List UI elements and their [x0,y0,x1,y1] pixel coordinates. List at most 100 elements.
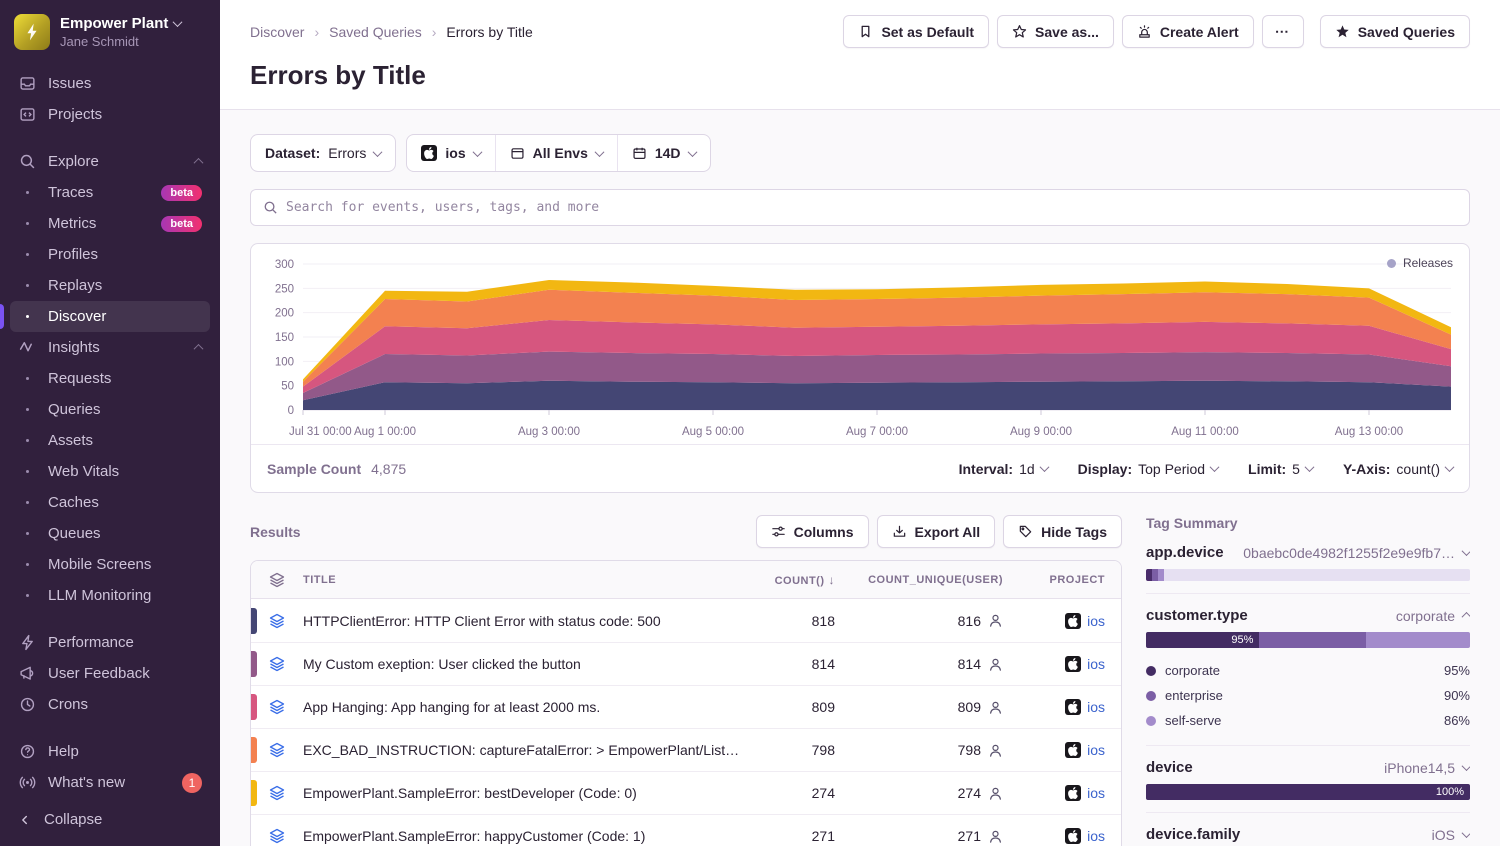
search-input[interactable] [286,200,1457,215]
chevron-up-icon [1462,612,1470,622]
export-all-button[interactable]: Export All [877,515,996,548]
tag-section-device: device iPhone14,5 100% [1146,746,1470,813]
column-header-count[interactable]: COUNT()↓ [757,573,849,587]
sidebar-item-user-feedback[interactable]: User Feedback [10,658,210,689]
sidebar-item-profiles[interactable]: Profiles [10,239,210,270]
sidebar-item-label: User Feedback [48,665,150,682]
svg-text:Aug 9 00:00: Aug 9 00:00 [1010,426,1072,438]
hide-tags-button[interactable]: Hide Tags [1003,515,1122,548]
project-link[interactable]: ios [1087,785,1105,801]
sidebar-item-caches[interactable]: Caches [10,487,210,518]
row-title-link[interactable]: App Hanging: App hanging for at least 20… [303,699,757,715]
row-title-link[interactable]: EmpowerPlant.SampleError: happyCustomer … [303,828,757,844]
sidebar-item-llm-monitoring[interactable]: LLM Monitoring [10,580,210,611]
column-header-project[interactable]: PROJECT [1017,574,1121,586]
sidebar-item-metrics[interactable]: Metrics beta [10,208,210,239]
project-link[interactable]: ios [1087,613,1105,629]
siren-icon [1137,24,1152,39]
window-icon [510,146,525,161]
org-switcher[interactable]: Empower Plant Jane Schmidt [0,0,220,60]
saved-queries-button[interactable]: Saved Queries [1320,15,1470,48]
sidebar-item-projects[interactable]: Projects [10,99,210,130]
sidebar-item-help[interactable]: Help [10,736,210,767]
tag-legend-row: enterprise90% [1146,683,1470,708]
save-as-button[interactable]: Save as... [997,15,1114,48]
org-logo [14,14,50,50]
row-title-link[interactable]: HTTPClientError: HTTP Client Error with … [303,613,757,629]
legend-label: Releases [1403,256,1453,270]
sidebar-item-label: Mobile Screens [48,556,151,573]
table-row: EmpowerPlant.SampleError: happyCustomer … [251,814,1121,846]
tag-section-header[interactable]: customer.type corporate [1146,607,1470,624]
date-range-filter[interactable]: 14D [617,135,710,171]
project-filter[interactable]: ios [407,135,494,171]
bullet-icon [18,432,36,450]
project-link[interactable]: ios [1087,742,1105,758]
sidebar-item-queues[interactable]: Queues [10,518,210,549]
set-as-default-button[interactable]: Set as Default [843,15,989,48]
tag-section-header[interactable]: device.family iOS [1146,826,1470,843]
breadcrumb-discover[interactable]: Discover [250,24,304,40]
limit-dropdown[interactable]: Limit:5 [1248,461,1313,477]
table-row: EXC_BAD_INSTRUCTION: captureFatalError: … [251,728,1121,771]
columns-button[interactable]: Columns [756,515,869,548]
sidebar-section-insights[interactable]: Insights [10,332,210,363]
row-count: 271 [757,828,849,844]
breadcrumb: Discover › Saved Queries › Errors by Tit… [250,24,533,40]
star-filled-icon [1335,24,1350,39]
sidebar-item-web-vitals[interactable]: Web Vitals [10,456,210,487]
series-color-chip [251,694,257,720]
row-title-link[interactable]: My Custom exeption: User clicked the but… [303,656,757,672]
sidebar-item-issues[interactable]: Issues [10,68,210,99]
sidebar-item-discover[interactable]: Discover [10,301,210,332]
interval-dropdown[interactable]: Interval:1d [959,461,1048,477]
display-dropdown[interactable]: Display:Top Period [1078,461,1218,477]
sidebar-item-assets[interactable]: Assets [10,425,210,456]
chart-panel: Releases 050100150200250300Jul 31 00:00A… [250,243,1470,493]
sidebar-item-crons[interactable]: Crons [10,689,210,720]
collapse-button[interactable]: Collapse [0,801,220,846]
row-unique: 798 [958,742,981,758]
row-count: 818 [757,613,849,629]
sidebar-item-label: Profiles [48,246,98,263]
lightning-icon [18,634,36,652]
section-label: Insights [48,339,100,356]
bullet-icon [18,494,36,512]
bullet-icon [18,587,36,605]
row-title-link[interactable]: EXC_BAD_INSTRUCTION: captureFatalError: … [303,742,757,758]
releases-legend[interactable]: Releases [1387,256,1453,270]
sidebar-item-queries[interactable]: Queries [10,394,210,425]
tag-section-header[interactable]: app.device 0baebc0de4982f1255f2e9e9fb7… [1146,544,1470,561]
sidebar-item-label: Caches [48,494,99,511]
column-header-unique[interactable]: COUNT_UNIQUE(USER) [849,574,1017,586]
dataset-dropdown[interactable]: Dataset: Errors [250,134,396,172]
project-link[interactable]: ios [1087,699,1105,715]
more-actions-button[interactable]: ⋯ [1262,15,1304,48]
sidebar-item-requests[interactable]: Requests [10,363,210,394]
row-title-link[interactable]: EmpowerPlant.SampleError: bestDeveloper … [303,785,757,801]
yaxis-dropdown[interactable]: Y-Axis:count() [1343,461,1453,477]
project-link[interactable]: ios [1087,828,1105,844]
column-header-title[interactable]: TITLE [303,574,757,586]
sidebar-item-replays[interactable]: Replays [10,270,210,301]
sidebar-item-label: What's new [48,774,125,791]
svg-text:200: 200 [275,308,294,320]
project-link[interactable]: ios [1087,656,1105,672]
svg-text:Aug 13 00:00: Aug 13 00:00 [1335,426,1403,438]
row-count: 798 [757,742,849,758]
sidebar-item-traces[interactable]: Traces beta [10,177,210,208]
breadcrumb-saved-queries[interactable]: Saved Queries [329,24,422,40]
page-title: Errors by Title [250,60,1470,91]
environment-filter[interactable]: All Envs [495,135,617,171]
apple-platform-icon [1065,613,1081,629]
chevron-down-icon [1039,462,1049,472]
sidebar-section-explore[interactable]: Explore [10,146,210,177]
table-header: TITLE COUNT()↓ COUNT_UNIQUE(USER) PROJEC… [251,561,1121,599]
sidebar-item-mobile-screens[interactable]: Mobile Screens [10,549,210,580]
sidebar-item-performance[interactable]: Performance [10,627,210,658]
tag-section-app-device: app.device 0baebc0de4982f1255f2e9e9fb7… [1146,531,1470,594]
section-label: Explore [48,153,99,170]
tag-section-header[interactable]: device iPhone14,5 [1146,759,1470,776]
sidebar-item-whats-new[interactable]: What's new 1 [10,767,210,798]
create-alert-button[interactable]: Create Alert [1122,15,1254,48]
